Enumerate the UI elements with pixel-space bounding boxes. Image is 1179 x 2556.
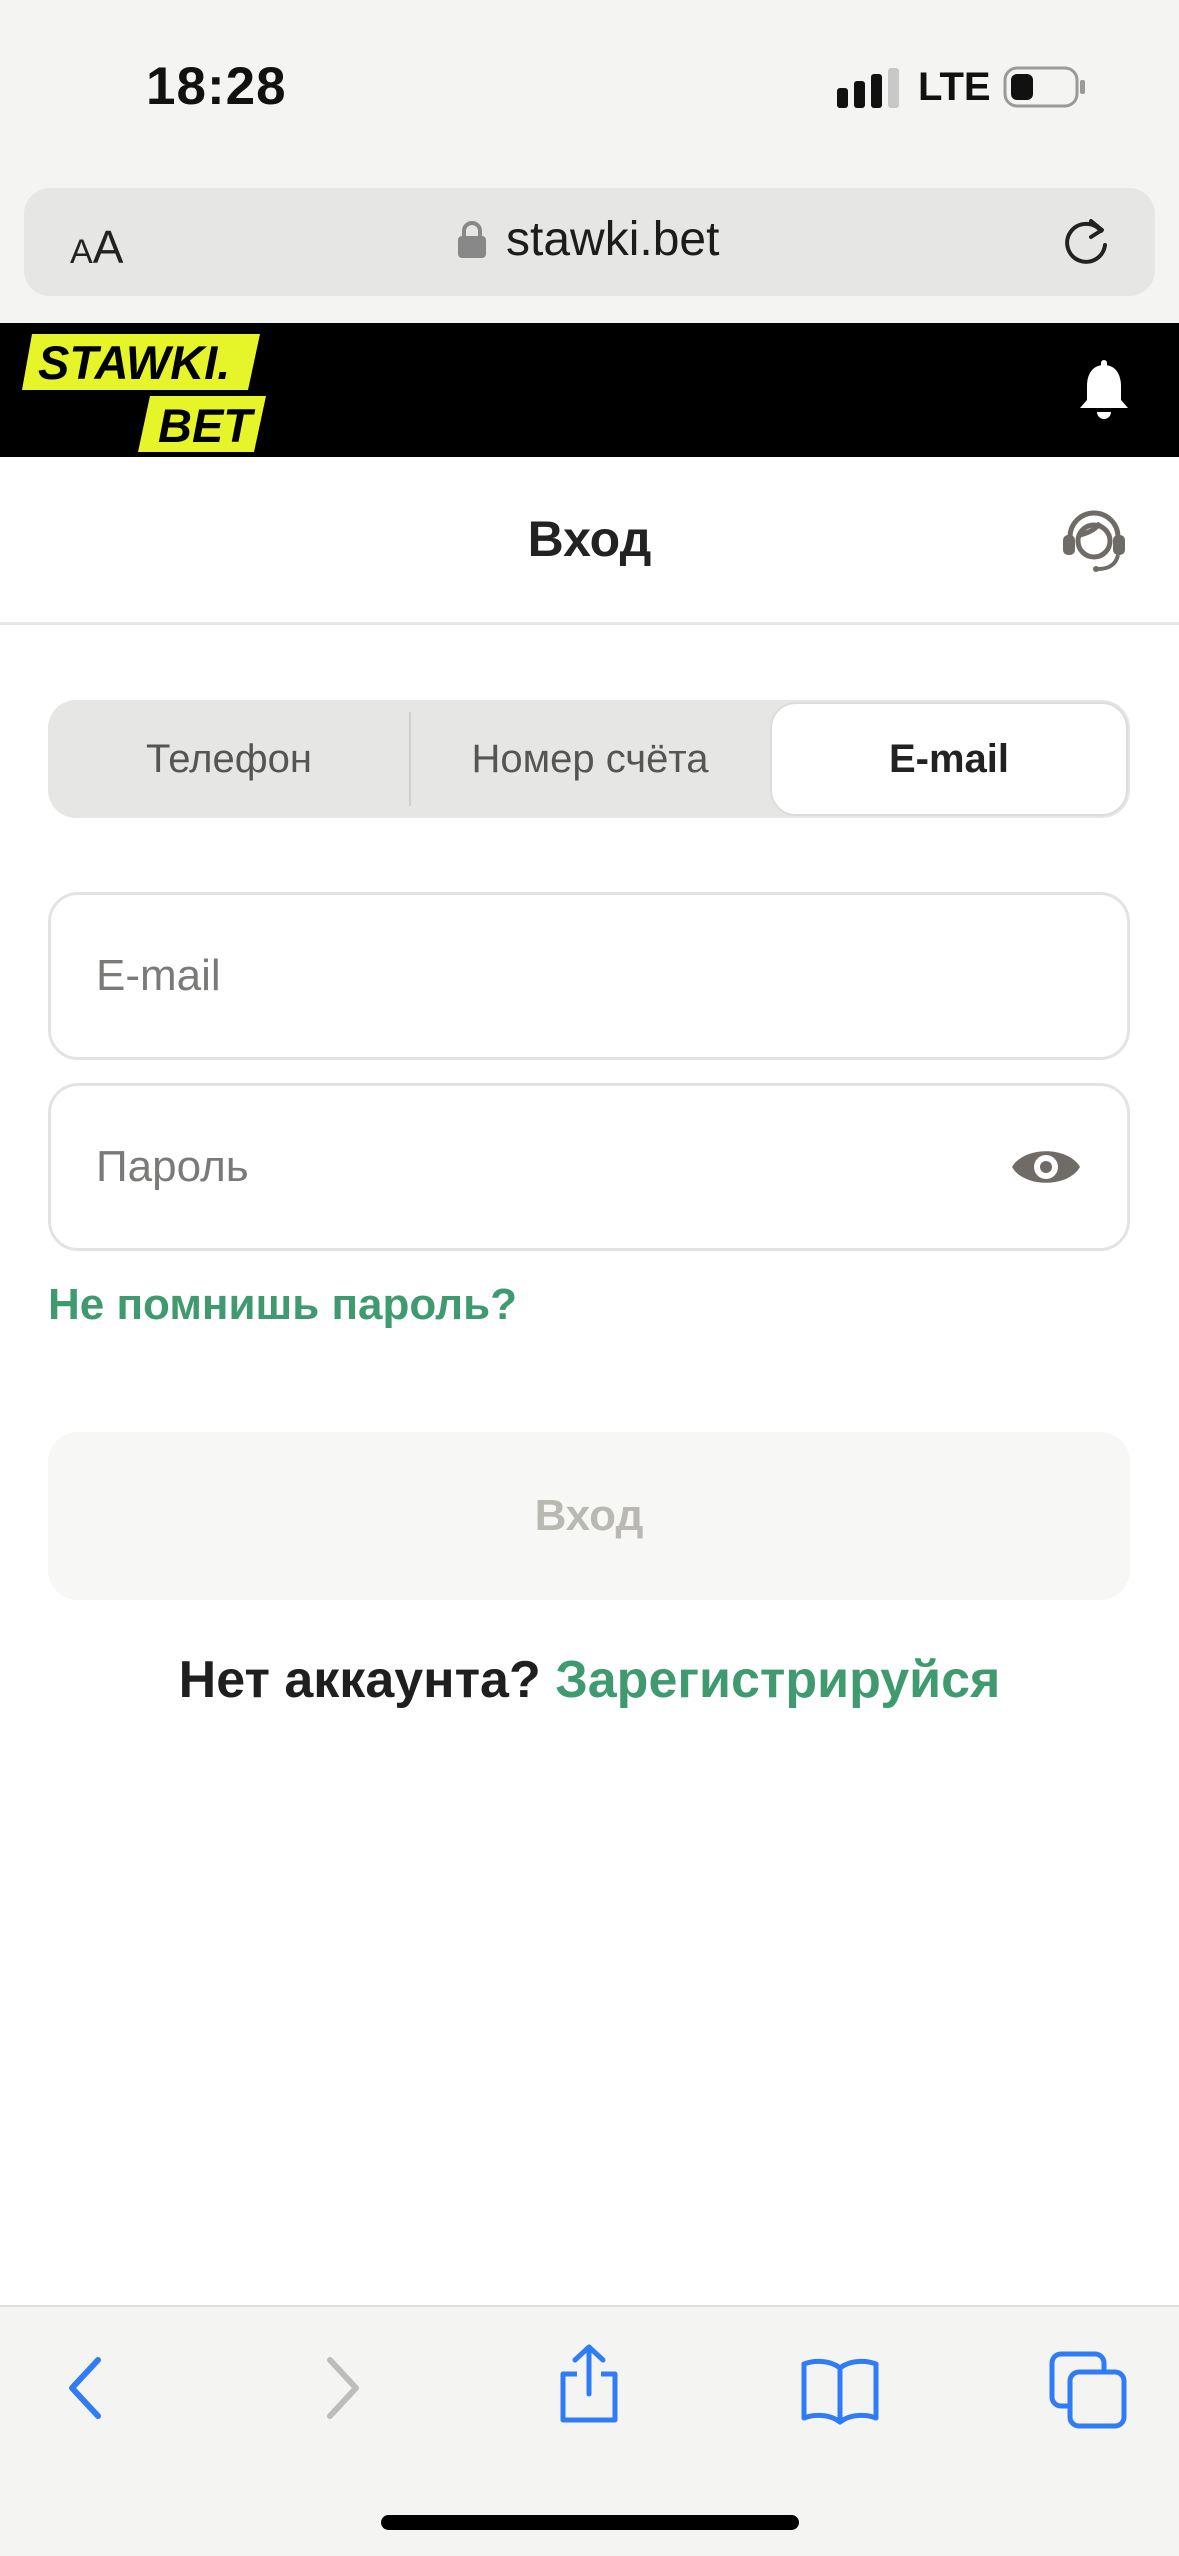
- home-indicator: [381, 2515, 799, 2530]
- lock-icon: [458, 221, 486, 258]
- tab-phone[interactable]: Телефон: [48, 700, 410, 818]
- login-method-tabs: Телефон Номер счёта E-mail: [48, 700, 1130, 818]
- logo-text-line2: BET: [158, 399, 256, 452]
- password-field[interactable]: [48, 1083, 1130, 1251]
- tab-email[interactable]: E-mail: [770, 702, 1128, 816]
- password-input[interactable]: [96, 1086, 996, 1248]
- status-time: 18:28: [146, 57, 287, 116]
- battery-icon: [1003, 66, 1085, 108]
- share-icon[interactable]: [549, 2344, 629, 2424]
- email-field[interactable]: [48, 892, 1130, 1060]
- tabs-icon[interactable]: [1048, 2350, 1128, 2430]
- text-size-button[interactable]: AA: [70, 220, 123, 274]
- signal-icon: [837, 68, 899, 108]
- forgot-password-link[interactable]: Не помнишь пароль?: [48, 1280, 517, 1330]
- signup-row: Нет аккаунта? Зарегистрируйся: [0, 1650, 1179, 1710]
- eye-icon[interactable]: [1010, 1138, 1082, 1196]
- bookmarks-icon[interactable]: [800, 2350, 880, 2430]
- url-text[interactable]: stawki.bet: [506, 212, 719, 267]
- page-title: Вход: [527, 511, 652, 567]
- login-button[interactable]: Вход: [48, 1432, 1130, 1600]
- no-account-text: Нет аккаунта?: [178, 1651, 541, 1709]
- text-size-big: A: [92, 221, 124, 273]
- stawki-bet-logo[interactable]: STAWKI. BET: [22, 334, 266, 452]
- email-input[interactable]: [96, 895, 996, 1057]
- text-size-small: A: [70, 233, 93, 271]
- tab-account-number[interactable]: Номер счёта: [410, 700, 770, 818]
- back-icon[interactable]: [48, 2348, 128, 2428]
- register-link[interactable]: Зарегистрируйся: [555, 1651, 1000, 1709]
- reload-icon[interactable]: [1061, 213, 1113, 269]
- network-label: LTE: [918, 65, 991, 109]
- forward-icon[interactable]: [300, 2348, 380, 2428]
- support-headset-icon[interactable]: [1060, 507, 1128, 573]
- logo-text-line1: STAWKI.: [38, 336, 230, 389]
- bell-icon[interactable]: [1078, 360, 1130, 422]
